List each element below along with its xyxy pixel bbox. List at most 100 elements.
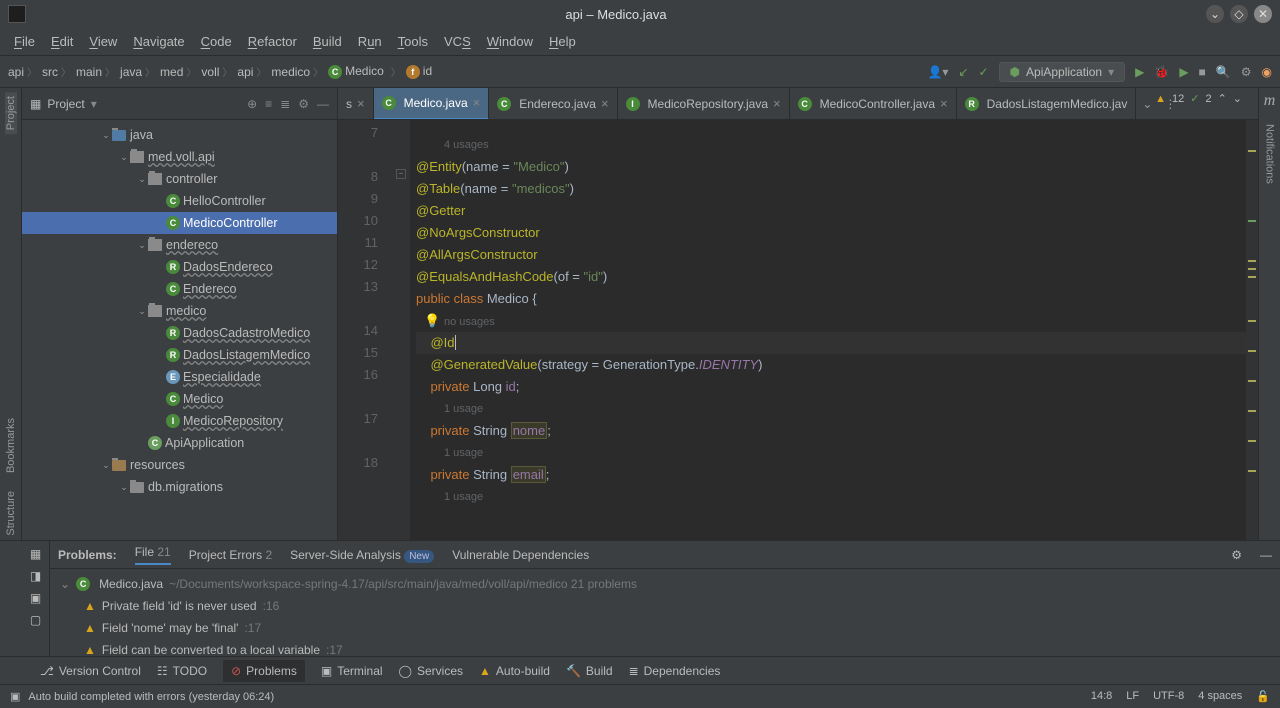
usages-hint[interactable]: 1 usage [416,442,1246,464]
project-label[interactable]: Project [47,97,84,111]
dependencies-button[interactable]: ≣Dependencies [629,664,721,678]
rail-project[interactable]: Project [5,92,17,134]
editor[interactable]: 7 8 9 10 11 12 13 14 15 16 17 18 − [338,120,1258,540]
services-button[interactable]: ◯Services [399,664,463,678]
tree-pkg[interactable]: ⌄med.voll.api [22,146,337,168]
panel-settings-icon[interactable]: ⚙ [298,97,309,111]
tree-dbmig[interactable]: ⌄db.migrations [22,476,337,498]
tree-medico-pkg[interactable]: ⌄medico [22,300,337,322]
panel-hide-icon[interactable]: — [317,97,329,111]
maximize-button[interactable]: ◇ [1230,5,1248,23]
bc-api[interactable]: api [8,64,40,79]
menu-view[interactable]: View [81,31,125,52]
menu-code[interactable]: Code [193,31,240,52]
stop-button[interactable]: ■ [1199,65,1206,79]
menu-vcs[interactable]: VCS [436,31,479,52]
status-position[interactable]: 14:8 [1091,690,1112,703]
problems-settings-icon[interactable]: ⚙ [1231,548,1242,562]
collapse-icon[interactable]: ≣ [280,97,290,111]
debug-button[interactable]: 🐞 [1154,65,1169,79]
vcs-commit-icon[interactable]: ✓ [978,65,988,79]
bc-field[interactable]: fid [406,64,432,79]
tab-medicoctrl[interactable]: CMedicoController.java× [790,88,957,120]
filter-icon[interactable]: ◨ [30,569,41,583]
rail-notifications[interactable]: Notifications [1264,120,1276,188]
menu-edit[interactable]: Edit [43,31,81,52]
user-icon[interactable]: 👤▾ [927,65,948,79]
tab-endereco[interactable]: CEndereco.java× [489,88,617,120]
tree-endereco-pkg[interactable]: ⌄endereco [22,234,337,256]
tree-dadoslistagem[interactable]: RDadosListagemMedico [22,344,337,366]
close-icon[interactable]: × [940,96,948,111]
usages-hint[interactable]: 1 usage [416,398,1246,420]
gutter[interactable]: 7 8 9 10 11 12 13 14 15 16 17 18 [338,120,396,540]
bc-voll[interactable]: voll [201,64,235,79]
bc-src[interactable]: src [42,64,74,79]
menu-tools[interactable]: Tools [390,31,436,52]
status-indent[interactable]: 4 spaces [1198,690,1242,703]
locate-icon[interactable]: ⊕ [247,97,257,111]
bc-med[interactable]: med [160,64,199,79]
ide-icon[interactable]: ◉ [1262,65,1272,79]
tree-especialidade[interactable]: EEspecialidade [22,366,337,388]
tree-dadosendereco[interactable]: RDadosEndereco [22,256,337,278]
problems-tab-ssa[interactable]: Server-Side Analysis New [290,548,434,562]
status-encoding[interactable]: UTF-8 [1153,690,1184,703]
menu-run[interactable]: Run [350,31,390,52]
vc-button[interactable]: ⎇Version Control [40,664,141,678]
rail-maven[interactable]: m [1264,92,1276,110]
tab-medicorepo[interactable]: IMedicoRepository.java× [618,88,790,120]
tab-0[interactable]: s× [338,88,374,120]
tree-medicorepo[interactable]: IMedicoRepository [22,410,337,432]
next-highlight-icon[interactable]: ⌄ [1233,92,1242,105]
problems-hide-icon[interactable]: — [1260,548,1272,562]
autobuild-button[interactable]: ▲Auto-build [479,664,550,678]
tree-endereco[interactable]: CEndereco [22,278,337,300]
problem-item[interactable]: ▲Private field 'id' is never used:16 [60,595,1270,617]
menu-build[interactable]: Build [305,31,350,52]
problem-file-row[interactable]: ⌄C Medico.java ~/Documents/workspace-spr… [60,573,1270,595]
close-icon[interactable]: × [601,96,609,111]
settings-icon[interactable]: ⚙ [1241,65,1252,79]
todo-button[interactable]: ☷TODO [157,664,207,678]
tree-resources[interactable]: ⌄resources [22,454,337,476]
usages-hint[interactable]: 1 usage [416,486,1246,508]
view-icon[interactable]: ▦ [30,547,41,561]
run-button[interactable]: ▶ [1135,65,1144,79]
bc-main[interactable]: main [76,64,118,79]
error-stripe[interactable] [1246,120,1258,540]
tree-medico[interactable]: CMedico [22,388,337,410]
usages-hint[interactable]: 4 usages [416,134,1246,156]
status-line-sep[interactable]: LF [1126,690,1139,703]
problems-tab-project[interactable]: Project Errors 2 [189,548,272,562]
menu-navigate[interactable]: Navigate [125,31,192,52]
coverage-button[interactable]: ▶ [1179,65,1188,79]
fold-column[interactable]: − [396,120,410,540]
close-button[interactable]: ✕ [1254,5,1272,23]
rail-structure[interactable]: Structure [5,487,17,540]
tab-medico[interactable]: CMedico.java× [374,88,490,120]
problems-button[interactable]: ⊘Problems [223,660,305,682]
menu-help[interactable]: Help [541,31,584,52]
status-events-icon[interactable]: ▣ [10,690,20,703]
expand-icon[interactable]: ≡ [265,97,272,111]
tree-hellocontroller[interactable]: CHelloController [22,190,337,212]
minimize-button[interactable]: ⌄ [1206,5,1224,23]
status-readonly-icon[interactable]: 🔓 [1256,690,1270,703]
close-icon[interactable]: × [357,96,365,111]
problems-tab-file[interactable]: File 21 [135,545,171,565]
tree-apiapp[interactable]: CApiApplication [22,432,337,454]
project-dropdown-icon[interactable]: ▾ [91,97,97,111]
prev-highlight-icon[interactable]: ⌃ [1218,92,1227,105]
collapse-icon[interactable]: ▢ [30,613,41,627]
menu-window[interactable]: Window [479,31,541,52]
intention-bulb-icon[interactable]: 💡 [424,310,440,332]
inspections-bar[interactable]: ▲12 ✓2 ⌃ ⌄ [1155,92,1242,105]
vcs-update-icon[interactable]: ↙ [958,65,968,79]
bc-class[interactable]: CMedico [328,64,384,79]
terminal-button[interactable]: ▣Terminal [321,664,383,678]
problem-item[interactable]: ▲Field can be converted to a local varia… [60,639,1270,656]
tree-medicocontroller[interactable]: CMedicoController [22,212,337,234]
search-icon[interactable]: 🔍 [1216,65,1231,79]
problems-tab-vuln[interactable]: Vulnerable Dependencies [452,548,589,562]
